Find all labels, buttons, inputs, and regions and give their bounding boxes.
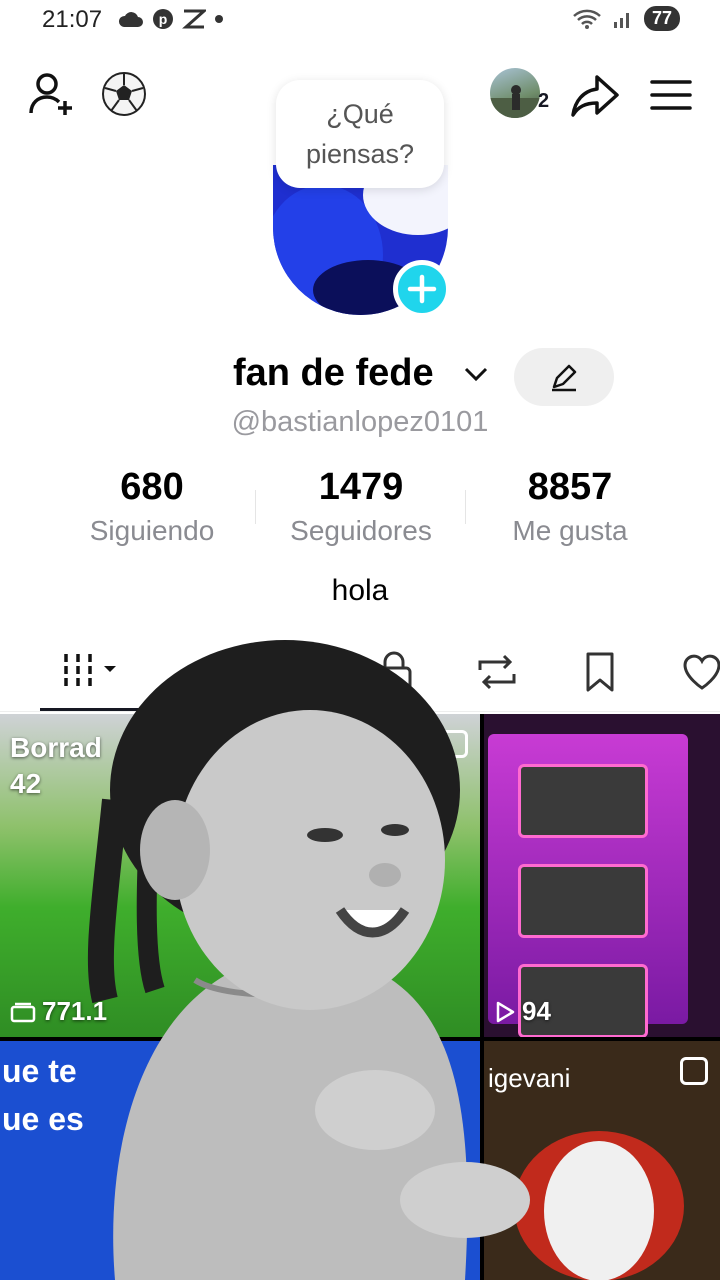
video-caption-line: ue es xyxy=(2,1101,84,1137)
heart-icon xyxy=(683,654,720,690)
bookmark-icon xyxy=(586,652,614,692)
menu-button[interactable] xyxy=(646,70,696,120)
svg-text:p: p xyxy=(159,11,168,27)
multi-post-icon xyxy=(440,730,468,758)
soccer-ball-icon xyxy=(102,72,146,116)
tab-videos[interactable] xyxy=(60,650,122,690)
tab-saved[interactable] xyxy=(580,650,620,694)
video-caption-line: ue te xyxy=(2,1053,77,1089)
video-thumbnail[interactable]: Borrad 42 771.1 xyxy=(0,714,480,1037)
battery-indicator: 77 xyxy=(643,6,680,31)
stat-label: Me gusta xyxy=(512,515,628,546)
plus-icon xyxy=(407,274,437,304)
tab-private[interactable] xyxy=(374,650,414,694)
profile-name-row: fan de fede xyxy=(0,348,720,406)
signal-icon xyxy=(613,12,629,28)
view-count-value: 771.1 xyxy=(42,996,108,1026)
view-count: 771.1 xyxy=(10,996,107,1027)
stat-likes[interactable]: 8857 Me gusta xyxy=(465,466,675,547)
thought-bubble-text: ¿Qué piensas? xyxy=(305,99,415,169)
status-right: 77 xyxy=(572,6,680,31)
video-thumbnail[interactable]: 94 xyxy=(484,714,720,1037)
video-frame-panel xyxy=(518,764,648,838)
video-thumbnail[interactable]: igevani xyxy=(484,1041,720,1280)
video-grid: Borrad 42 771.1 94 ue te ue es igevani xyxy=(0,714,720,1280)
profile-stats: 680 Siguiendo 1479 Seguidores 8857 Me gu… xyxy=(0,466,720,556)
multi-post-icon xyxy=(680,1057,708,1085)
add-friend-button[interactable] xyxy=(26,68,78,120)
status-notification-icons: p xyxy=(118,8,224,30)
capcut-icon xyxy=(182,9,206,29)
video-frame-panel xyxy=(518,864,648,938)
video-caption: ue te ue es xyxy=(2,1047,84,1143)
person-photo-icon xyxy=(490,85,540,118)
stat-following[interactable]: 680 Siguiendo xyxy=(47,466,257,547)
edit-profile-button[interactable] xyxy=(514,348,614,406)
status-bar: 21:07 p 77 xyxy=(0,0,720,40)
dot-icon xyxy=(215,15,223,23)
lock-icon xyxy=(376,651,412,692)
stat-value: 1479 xyxy=(318,466,404,508)
play-icon xyxy=(496,1001,515,1022)
stat-label: Seguidores xyxy=(290,515,432,546)
profile-name[interactable]: fan de fede xyxy=(233,352,434,395)
share-icon xyxy=(571,75,619,117)
stat-value: 680 xyxy=(120,466,184,508)
video-thumbnail[interactable]: ue te ue es xyxy=(0,1041,480,1280)
soccer-ball-button[interactable] xyxy=(100,70,148,118)
followers-avatar[interactable] xyxy=(490,68,540,118)
hamburger-menu-icon xyxy=(650,80,692,110)
video-caption: igevani xyxy=(488,1063,571,1093)
stat-followers[interactable]: 1479 Seguidores xyxy=(256,466,466,547)
video-frame-shape xyxy=(544,1141,654,1280)
stat-value: 8857 xyxy=(527,466,613,508)
view-count-value: 94 xyxy=(522,996,551,1026)
profile-handle: @bastianlopez0101 xyxy=(231,406,489,438)
draft-icon xyxy=(10,1002,36,1022)
add-story-button[interactable] xyxy=(393,260,451,318)
stat-label: Siguiendo xyxy=(89,515,215,546)
view-count: 94 xyxy=(494,996,551,1027)
repost-icon xyxy=(478,654,516,690)
wifi-icon xyxy=(573,9,601,29)
video-title: Borrad 42 xyxy=(10,730,102,802)
content-tabs xyxy=(0,640,720,712)
profile-bio: hola xyxy=(331,574,389,607)
chevron-down-icon[interactable] xyxy=(462,360,490,388)
active-tab-indicator xyxy=(40,708,150,711)
video-title-line: 42 xyxy=(10,768,42,799)
tab-reposts[interactable] xyxy=(474,650,520,694)
add-user-icon xyxy=(29,73,72,115)
grid-icon xyxy=(64,654,116,686)
video-frame xyxy=(488,734,688,1037)
tab-liked[interactable] xyxy=(680,650,720,694)
pencil-icon xyxy=(552,364,577,392)
profile-screen: 21:07 p 77 2 ¿Qué piensas? fan de fede @… xyxy=(0,0,720,1280)
pinterest-icon: p xyxy=(153,9,173,29)
status-time: 21:07 xyxy=(42,6,103,33)
cloud-icon xyxy=(118,12,143,27)
followers-badge-count: 2 xyxy=(538,90,550,112)
thought-bubble[interactable]: ¿Qué piensas? xyxy=(276,80,444,188)
video-title-line: Borrad xyxy=(10,732,102,763)
share-button[interactable] xyxy=(568,68,622,122)
